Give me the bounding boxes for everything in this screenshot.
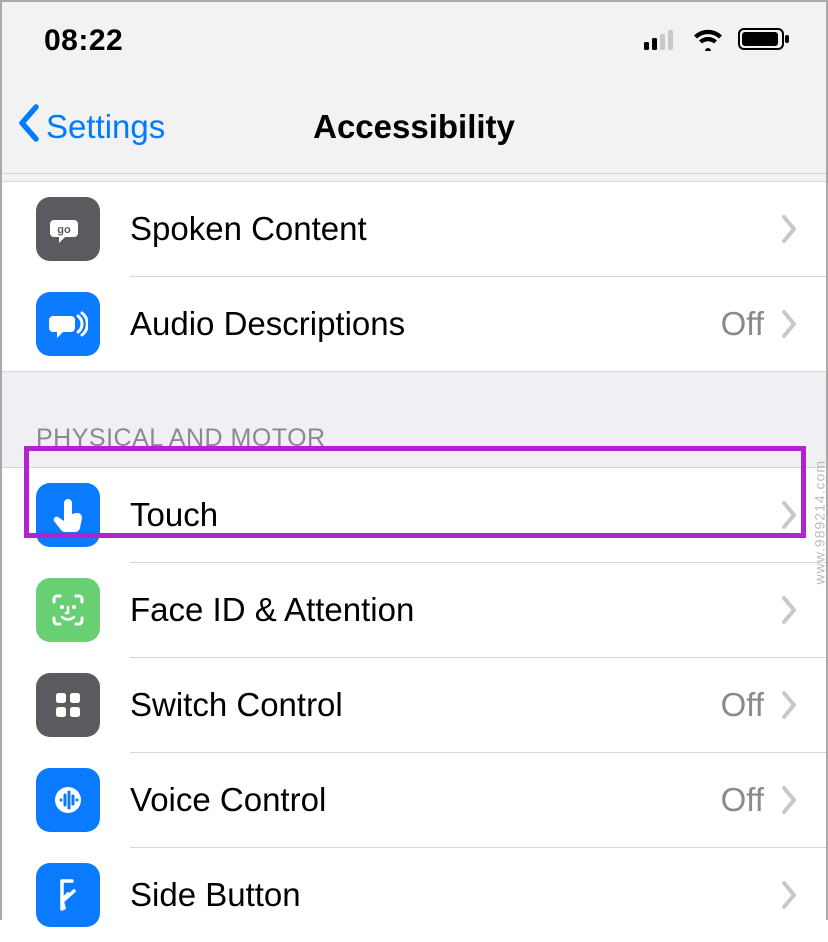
section-spacer: [2, 174, 826, 182]
back-button[interactable]: Settings: [2, 103, 165, 151]
row-label: Touch: [100, 496, 780, 534]
voice-control-icon: [36, 768, 100, 832]
audio-descriptions-icon: [36, 292, 100, 356]
row-label: Side Button: [100, 876, 780, 914]
svg-text:go: go: [57, 224, 71, 236]
back-label: Settings: [46, 108, 165, 146]
chevron-right-icon: [780, 309, 798, 339]
row-label: Face ID & Attention: [100, 591, 780, 629]
row-label: Voice Control: [100, 781, 721, 819]
row-label: Switch Control: [100, 686, 721, 724]
nav-bar: Settings Accessibility: [2, 80, 826, 174]
row-spoken-content[interactable]: go Spoken Content: [2, 182, 826, 276]
row-touch[interactable]: Touch: [2, 468, 826, 562]
status-time: 08:22: [44, 24, 123, 58]
face-id-icon: [36, 578, 100, 642]
row-voice-control[interactable]: Voice Control Off: [2, 753, 826, 847]
row-value: Off: [721, 781, 764, 819]
cellular-signal-icon: [644, 28, 678, 55]
row-value: Off: [721, 305, 764, 343]
wifi-icon: [692, 27, 724, 56]
spoken-content-icon: go: [36, 197, 100, 261]
chevron-right-icon: [780, 690, 798, 720]
status-bar: 08:22: [2, 2, 826, 80]
status-icons: [644, 27, 790, 56]
row-audio-descriptions[interactable]: Audio Descriptions Off: [2, 277, 826, 371]
chevron-right-icon: [780, 880, 798, 910]
chevron-right-icon: [780, 214, 798, 244]
chevron-right-icon: [780, 785, 798, 815]
row-label: Audio Descriptions: [100, 305, 721, 343]
chevron-left-icon: [16, 103, 42, 151]
row-face-id-attention[interactable]: Face ID & Attention: [2, 563, 826, 657]
chevron-right-icon: [780, 500, 798, 530]
row-side-button[interactable]: Side Button: [2, 848, 826, 942]
side-button-icon: [36, 863, 100, 927]
row-label: Spoken Content: [100, 210, 780, 248]
chevron-right-icon: [780, 595, 798, 625]
watermark: www.989214.com: [812, 460, 828, 585]
battery-icon: [738, 27, 790, 56]
row-value: Off: [721, 686, 764, 724]
switch-control-icon: [36, 673, 100, 737]
section-header-physical-motor: PHYSICAL AND MOTOR: [2, 372, 826, 468]
touch-icon: [36, 483, 100, 547]
row-switch-control[interactable]: Switch Control Off: [2, 658, 826, 752]
